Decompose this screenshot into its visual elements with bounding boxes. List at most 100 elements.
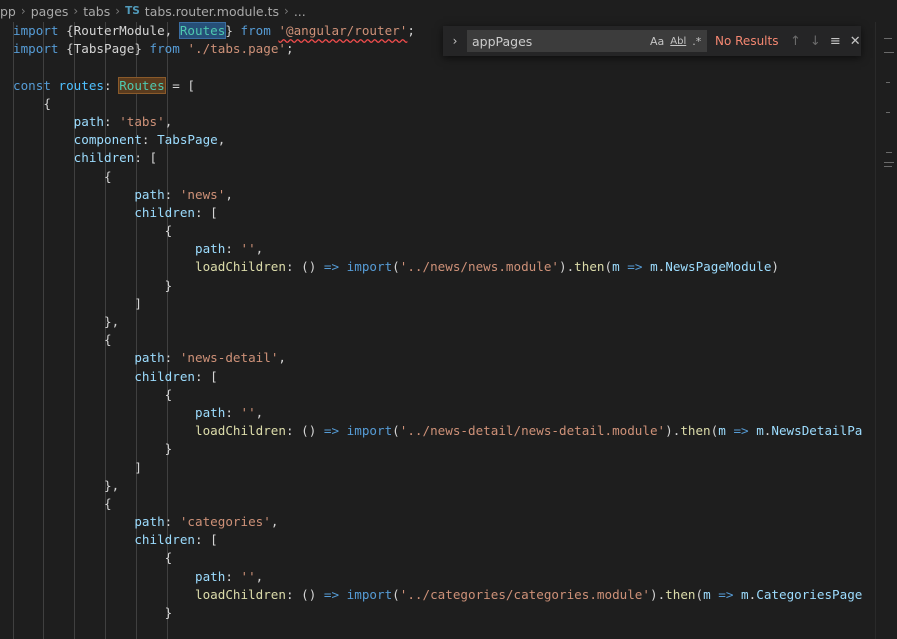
code-token: ] bbox=[13, 295, 142, 311]
code-line[interactable]: ] bbox=[13, 295, 862, 313]
minimap[interactable] bbox=[875, 22, 897, 639]
find-in-selection-icon[interactable]: ≡ bbox=[830, 34, 841, 49]
code-token: m bbox=[718, 423, 726, 439]
code-token: { bbox=[13, 223, 173, 239]
code-token: children bbox=[134, 368, 195, 384]
breadcrumb-item-file[interactable]: tabs.router.module.ts bbox=[145, 4, 279, 19]
code-line[interactable]: } bbox=[13, 440, 862, 458]
arrow-up-icon[interactable]: ↑ bbox=[790, 34, 801, 49]
code-token: : [ bbox=[195, 532, 218, 548]
code-token: CategoriesPage bbox=[756, 586, 863, 602]
code-line[interactable]: loadChildren: () => import('../categorie… bbox=[13, 586, 862, 604]
typescript-file-icon: TS bbox=[125, 5, 140, 17]
code-line[interactable]: } bbox=[13, 277, 862, 295]
code-token: ; bbox=[407, 23, 415, 38]
code-line[interactable]: { bbox=[13, 168, 862, 186]
code-line[interactable]: path: 'news-detail', bbox=[13, 349, 862, 367]
chevron-right-icon: › bbox=[284, 4, 289, 18]
code-token: then bbox=[574, 259, 605, 275]
code-token: m bbox=[650, 259, 658, 275]
whole-word-button[interactable]: Abl bbox=[670, 36, 686, 47]
code-token: { bbox=[13, 495, 112, 511]
code-line[interactable]: } bbox=[13, 604, 862, 622]
code-line[interactable]: path: 'news', bbox=[13, 186, 862, 204]
code-line[interactable]: { bbox=[13, 549, 862, 567]
code-token: : bbox=[141, 132, 158, 148]
code-line[interactable]: path: 'categories', bbox=[13, 513, 862, 531]
code-token: loadChildren bbox=[194, 586, 286, 602]
find-status: No Results bbox=[715, 34, 779, 48]
code-line[interactable]: loadChildren: () => import('../news-deta… bbox=[13, 422, 862, 440]
code-token: : bbox=[104, 77, 120, 93]
code-token: routes bbox=[58, 77, 105, 93]
code-token: 'news-detail' bbox=[179, 350, 279, 366]
code-line[interactable]: }, bbox=[13, 313, 862, 331]
code-line[interactable]: children: [ bbox=[13, 531, 862, 549]
code-line[interactable]: const routes: Routes = [ bbox=[13, 77, 862, 95]
code-token: => bbox=[627, 259, 643, 275]
code-line[interactable]: path: '', bbox=[13, 404, 862, 422]
code-token: : [ bbox=[195, 204, 218, 220]
code-token: then bbox=[665, 586, 696, 602]
breadcrumb-item-app[interactable]: pp bbox=[0, 4, 16, 19]
code-line[interactable]: path: '', bbox=[13, 240, 862, 258]
breadcrumb-item-tabs[interactable]: tabs bbox=[83, 4, 110, 19]
code-line[interactable]: loadChildren: () => import('../news/news… bbox=[13, 258, 862, 276]
code-token: } bbox=[225, 23, 241, 38]
regex-button[interactable]: .* bbox=[692, 35, 701, 48]
code-token: path bbox=[194, 568, 226, 584]
code-lines[interactable]: import {RouterModule, Routes} from '@ang… bbox=[13, 22, 862, 622]
code-line[interactable]: { bbox=[13, 386, 862, 404]
code-token: , bbox=[255, 404, 264, 420]
code-editor[interactable]: import {RouterModule, Routes} from '@ang… bbox=[0, 22, 875, 639]
arrow-down-icon[interactable]: ↓ bbox=[810, 34, 821, 49]
code-line[interactable]: ] bbox=[13, 459, 862, 477]
code-token: ). bbox=[665, 423, 681, 439]
find-input[interactable] bbox=[467, 32, 644, 50]
code-line[interactable]: { bbox=[13, 222, 862, 240]
chevron-right-icon[interactable]: › bbox=[447, 34, 463, 48]
code-token: children bbox=[134, 204, 195, 220]
code-token: : bbox=[164, 350, 180, 366]
breadcrumb-item-more[interactable]: ... bbox=[294, 4, 306, 19]
code-token: => bbox=[323, 259, 340, 275]
code-line[interactable]: { bbox=[13, 331, 862, 349]
code-line[interactable]: path: 'tabs', bbox=[13, 113, 862, 131]
code-line[interactable]: { bbox=[13, 95, 862, 113]
code-token: } bbox=[13, 605, 173, 620]
code-line[interactable]: }, bbox=[13, 477, 862, 495]
code-token: ( bbox=[392, 586, 400, 602]
code-token: '../categories/categories.module' bbox=[399, 586, 650, 602]
close-icon[interactable]: ✕ bbox=[850, 34, 861, 49]
code-token: ). bbox=[559, 259, 575, 275]
code-token: } bbox=[13, 441, 173, 457]
code-token: : bbox=[104, 113, 120, 129]
code-token: {TabsPage} bbox=[58, 41, 150, 57]
code-line[interactable]: children: [ bbox=[13, 204, 862, 222]
code-token: => bbox=[323, 423, 340, 439]
code-token: component bbox=[73, 132, 142, 148]
code-token: {RouterModule, bbox=[58, 23, 180, 38]
breadcrumb: pp › pages › tabs › TS tabs.router.modul… bbox=[0, 0, 897, 22]
match-case-button[interactable]: Aa bbox=[650, 35, 664, 48]
code-token: path bbox=[134, 514, 165, 530]
code-line[interactable]: children: [ bbox=[13, 368, 862, 386]
code-line[interactable]: path: '', bbox=[13, 568, 862, 586]
code-token: { bbox=[13, 332, 112, 348]
code-line[interactable]: { bbox=[13, 495, 862, 513]
code-token: NewsDetailPa bbox=[771, 423, 863, 439]
code-token: : bbox=[225, 568, 241, 584]
code-token: : () bbox=[285, 423, 324, 439]
breadcrumb-item-pages[interactable]: pages bbox=[31, 4, 69, 19]
code-line[interactable]: children: [ bbox=[13, 149, 862, 167]
code-line[interactable] bbox=[13, 58, 862, 76]
code-token: => bbox=[718, 586, 734, 602]
code-line[interactable]: component: TabsPage, bbox=[13, 131, 862, 149]
chevron-right-icon: › bbox=[115, 4, 121, 18]
code-token: } bbox=[13, 277, 173, 293]
